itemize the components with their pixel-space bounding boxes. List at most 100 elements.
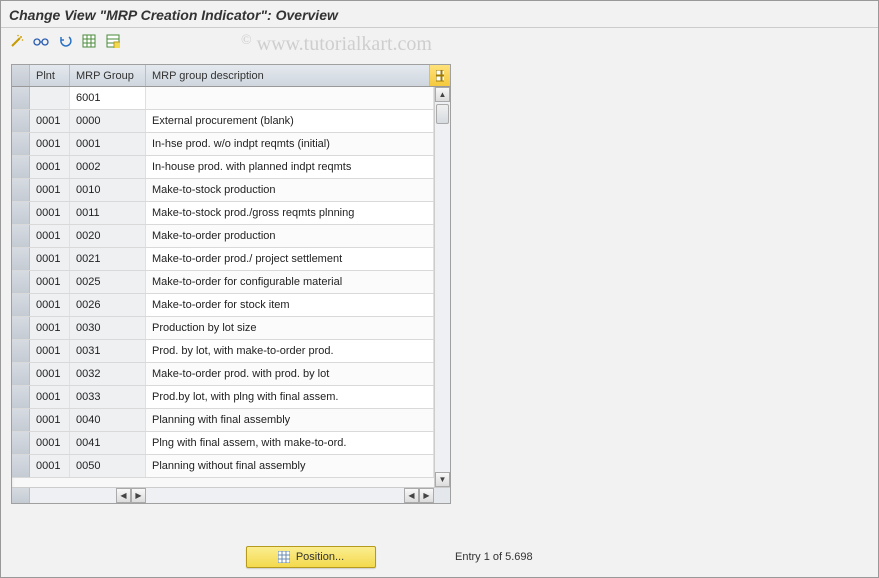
scroll-left-icon[interactable]: ◀ (404, 488, 419, 503)
wand-icon[interactable] (7, 32, 27, 50)
cell-mrp-group[interactable]: 0033 (70, 386, 146, 408)
cell-plnt: 0001 (30, 110, 70, 132)
horizontal-scrollbar[interactable]: ◀ ▶ ◀ ▶ (12, 487, 450, 503)
cell-plnt: 0001 (30, 248, 70, 270)
position-button[interactable]: Position... (246, 546, 376, 568)
cell-description: Make-to-order prod. with prod. by lot (146, 363, 434, 385)
col-description[interactable]: MRP group description (146, 65, 430, 86)
table-row[interactable]: 00010011Make-to-stock prod./gross reqmts… (12, 202, 434, 225)
cell-description: Make-to-order production (146, 225, 434, 247)
cell-plnt: 0001 (30, 271, 70, 293)
cell-description: Plng with final assem, with make-to-ord. (146, 432, 434, 454)
row-selector[interactable] (12, 386, 30, 408)
cell-mrp-group[interactable]: 0041 (70, 432, 146, 454)
cell-description: Make-to-stock prod./gross reqmts plnning (146, 202, 434, 224)
cell-description: Prod. by lot, with make-to-order prod. (146, 340, 434, 362)
row-selector[interactable] (12, 317, 30, 339)
cell-description: Production by lot size (146, 317, 434, 339)
cell-mrp-group[interactable]: 0032 (70, 363, 146, 385)
cell-description: Make-to-stock production (146, 179, 434, 201)
table-row[interactable]: 00010040Planning with final assembly (12, 409, 434, 432)
table-row[interactable]: 00010020Make-to-order production (12, 225, 434, 248)
cell-description: Planning with final assembly (146, 409, 434, 431)
cell-mrp-group[interactable]: 0025 (70, 271, 146, 293)
col-plnt[interactable]: Plnt (30, 65, 70, 86)
table-row[interactable]: 00010050Planning without final assembly (12, 455, 434, 478)
cell-plnt: 0001 (30, 156, 70, 178)
cell-description: External procurement (blank) (146, 110, 434, 132)
table-row[interactable]: 00010025Make-to-order for configurable m… (12, 271, 434, 294)
undo-icon[interactable] (55, 32, 75, 50)
row-selector[interactable] (12, 409, 30, 431)
toolbar (1, 28, 878, 54)
table-row[interactable]: 6001 (12, 87, 434, 110)
row-selector[interactable] (12, 225, 30, 247)
cell-description: Planning without final assembly (146, 455, 434, 477)
table-row[interactable]: 00010031Prod. by lot, with make-to-order… (12, 340, 434, 363)
scroll-down-icon[interactable]: ▼ (435, 472, 450, 487)
cell-mrp-group[interactable]: 0030 (70, 317, 146, 339)
cell-mrp-group[interactable]: 0011 (70, 202, 146, 224)
row-selector[interactable] (12, 133, 30, 155)
grid-save-icon[interactable] (79, 32, 99, 50)
cell-mrp-group[interactable]: 0010 (70, 179, 146, 201)
table-row[interactable]: 00010032Make-to-order prod. with prod. b… (12, 363, 434, 386)
cell-description: In-house prod. with planned indpt reqmts (146, 156, 434, 178)
cell-mrp-group[interactable]: 0050 (70, 455, 146, 477)
table-row[interactable]: 00010026Make-to-order for stock item (12, 294, 434, 317)
table-row[interactable]: 00010030Production by lot size (12, 317, 434, 340)
table-row[interactable]: 00010021Make-to-order prod./ project set… (12, 248, 434, 271)
cell-description: Make-to-order for configurable material (146, 271, 434, 293)
row-selector[interactable] (12, 294, 30, 316)
table-row[interactable]: 00010010Make-to-stock production (12, 179, 434, 202)
table-row[interactable]: 00010000External procurement (blank) (12, 110, 434, 133)
cell-plnt: 0001 (30, 363, 70, 385)
table-header: Plnt MRP Group MRP group description (12, 65, 450, 87)
cell-plnt: 0001 (30, 294, 70, 316)
cell-plnt: 0001 (30, 179, 70, 201)
row-selector[interactable] (12, 455, 30, 477)
scroll-right-icon[interactable]: ▶ (419, 488, 434, 503)
row-selector[interactable] (12, 87, 30, 109)
col-mrp-group[interactable]: MRP Group (70, 65, 146, 86)
vertical-scrollbar[interactable]: ▲ ▼ (434, 87, 450, 487)
cell-mrp-group[interactable]: 0002 (70, 156, 146, 178)
row-selector[interactable] (12, 271, 30, 293)
row-selector[interactable] (12, 363, 30, 385)
select-all-column[interactable] (12, 65, 30, 86)
scroll-up-icon[interactable]: ▲ (435, 87, 450, 102)
table-row[interactable]: 00010041Plng with final assem, with make… (12, 432, 434, 455)
cell-mrp-group[interactable]: 0000 (70, 110, 146, 132)
grid-config-icon[interactable] (103, 32, 123, 50)
row-selector[interactable] (12, 248, 30, 270)
page-title: Change View "MRP Creation Indicator": Ov… (1, 1, 878, 28)
table-row[interactable]: 00010001In-hse prod. w/o indpt reqmts (i… (12, 133, 434, 156)
cell-mrp-group[interactable]: 0040 (70, 409, 146, 431)
row-selector[interactable] (12, 340, 30, 362)
cell-mrp-group[interactable]: 6001 (70, 87, 146, 109)
cell-description: In-hse prod. w/o indpt reqmts (initial) (146, 133, 434, 155)
row-selector[interactable] (12, 202, 30, 224)
table-row[interactable]: 00010002In-house prod. with planned indp… (12, 156, 434, 179)
cell-mrp-group[interactable]: 0020 (70, 225, 146, 247)
row-selector[interactable] (12, 179, 30, 201)
cell-plnt: 0001 (30, 340, 70, 362)
cell-mrp-group[interactable]: 0021 (70, 248, 146, 270)
row-selector[interactable] (12, 432, 30, 454)
scroll-thumb[interactable] (436, 104, 449, 124)
scroll-left-fixed-icon[interactable]: ◀ (116, 488, 131, 503)
glasses-icon[interactable] (31, 32, 51, 50)
cell-description: Make-to-order prod./ project settlement (146, 248, 434, 270)
row-selector[interactable] (12, 110, 30, 132)
cell-mrp-group[interactable]: 0001 (70, 133, 146, 155)
cell-plnt: 0001 (30, 225, 70, 247)
row-selector[interactable] (12, 156, 30, 178)
cell-plnt: 0001 (30, 202, 70, 224)
cell-plnt: 0001 (30, 409, 70, 431)
table-row[interactable]: 00010033Prod.by lot, with plng with fina… (12, 386, 434, 409)
cell-description: Prod.by lot, with plng with final assem. (146, 386, 434, 408)
scroll-right-fixed-icon[interactable]: ▶ (131, 488, 146, 503)
cell-mrp-group[interactable]: 0031 (70, 340, 146, 362)
table-config-icon[interactable] (430, 65, 450, 86)
cell-mrp-group[interactable]: 0026 (70, 294, 146, 316)
